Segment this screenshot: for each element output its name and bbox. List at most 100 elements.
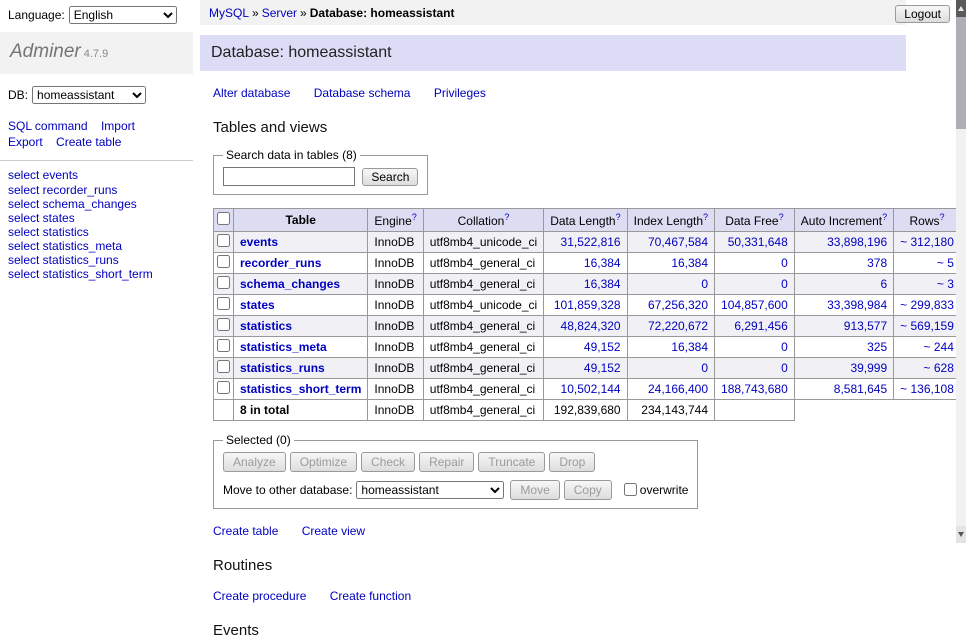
scrollbar-down-arrow-icon[interactable]	[956, 526, 966, 543]
auto-increment-link[interactable]: 378	[867, 256, 887, 270]
privileges-link[interactable]: Privileges	[434, 86, 486, 100]
sidebar-link-sql-command[interactable]: SQL command	[8, 119, 88, 133]
help-link[interactable]: ?	[412, 212, 417, 222]
data-length-link[interactable]: 10,502,144	[561, 382, 621, 396]
alter-database-link[interactable]: Alter database	[213, 86, 290, 100]
help-link[interactable]: ?	[703, 212, 708, 222]
auto-increment-link[interactable]: 33,898,196	[827, 235, 887, 249]
breadcrumb-link-mysql[interactable]: MySQL	[209, 6, 249, 20]
data-free-link[interactable]: 0	[781, 361, 788, 375]
db-select[interactable]: homeassistant	[32, 86, 146, 104]
copy-button[interactable]: Copy	[564, 480, 612, 500]
row-checkbox[interactable]	[217, 318, 230, 331]
overwrite-checkbox[interactable]	[624, 483, 637, 496]
row-checkbox[interactable]	[217, 255, 230, 268]
sidebar-table-link[interactable]: select states	[8, 211, 75, 225]
data-free-link[interactable]: 50,331,648	[728, 235, 788, 249]
table-name-link[interactable]: statistics_short_term	[240, 382, 361, 396]
table-name-link[interactable]: statistics	[240, 319, 292, 333]
rows-link[interactable]: ~ 312,180	[900, 235, 954, 249]
rows-link[interactable]: ~ 299,833	[900, 298, 954, 312]
rows-link[interactable]: ~ 3	[937, 277, 954, 291]
data-free-link[interactable]: 0	[781, 277, 788, 291]
select-all-checkbox[interactable]	[217, 212, 230, 225]
create-view-link[interactable]: Create view	[302, 524, 365, 538]
auto-increment-link[interactable]: 33,398,984	[827, 298, 887, 312]
data-length-link[interactable]: 49,152	[584, 361, 621, 375]
index-length-link[interactable]: 72,220,672	[648, 319, 708, 333]
sidebar-link-export[interactable]: Export	[8, 135, 43, 149]
row-checkbox[interactable]	[217, 339, 230, 352]
sidebar-table-link[interactable]: select statistics_meta	[8, 239, 122, 253]
help-link[interactable]: ?	[882, 212, 887, 222]
create-procedure-link[interactable]: Create procedure	[213, 589, 306, 603]
index-length-link[interactable]: 70,467,584	[648, 235, 708, 249]
rows-link[interactable]: ~ 569,159	[900, 319, 954, 333]
scrollbar[interactable]	[956, 0, 966, 543]
data-length-link[interactable]: 16,384	[584, 256, 621, 270]
search-button[interactable]: Search	[362, 168, 418, 186]
help-link[interactable]: ?	[504, 212, 509, 222]
index-length-link[interactable]: 24,166,400	[648, 382, 708, 396]
data-length-link[interactable]: 101,859,328	[554, 298, 621, 312]
table-name-link[interactable]: states	[240, 298, 275, 312]
sidebar-table-link[interactable]: select statistics_short_term	[8, 267, 153, 281]
sidebar-table-link[interactable]: select statistics_runs	[8, 253, 119, 267]
drop-button[interactable]: Drop	[549, 452, 595, 472]
table-name-link[interactable]: events	[240, 235, 278, 249]
row-checkbox[interactable]	[217, 297, 230, 310]
help-link[interactable]: ?	[779, 212, 784, 222]
data-free-link[interactable]: 6,291,456	[734, 319, 787, 333]
index-length-link[interactable]: 0	[701, 361, 708, 375]
check-button[interactable]: Check	[361, 452, 415, 472]
sidebar-link-create-table[interactable]: Create table	[56, 135, 121, 149]
rows-link[interactable]: ~ 244	[924, 340, 954, 354]
help-link[interactable]: ?	[616, 212, 621, 222]
language-select[interactable]: English	[69, 6, 177, 24]
index-length-link[interactable]: 16,384	[671, 340, 708, 354]
rows-link[interactable]: ~ 136,108	[900, 382, 954, 396]
sidebar-table-link[interactable]: select statistics	[8, 225, 89, 239]
logout-button[interactable]: Logout	[895, 5, 950, 23]
table-name-link[interactable]: recorder_runs	[240, 256, 321, 270]
analyze-button[interactable]: Analyze	[223, 452, 286, 472]
sidebar-table-link[interactable]: select schema_changes	[8, 197, 137, 211]
create-function-link[interactable]: Create function	[330, 589, 411, 603]
scrollbar-up-arrow-icon[interactable]	[956, 0, 966, 17]
database-schema-link[interactable]: Database schema	[314, 86, 411, 100]
data-length-link[interactable]: 31,522,816	[561, 235, 621, 249]
index-length-link[interactable]: 67,256,320	[648, 298, 708, 312]
rows-link[interactable]: ~ 5	[937, 256, 954, 270]
row-checkbox[interactable]	[217, 360, 230, 373]
auto-increment-link[interactable]: 325	[867, 340, 887, 354]
data-free-link[interactable]: 104,857,600	[721, 298, 788, 312]
table-name-link[interactable]: statistics_meta	[240, 340, 327, 354]
table-name-link[interactable]: statistics_runs	[240, 361, 325, 375]
search-input[interactable]	[223, 167, 355, 186]
data-free-link[interactable]: 188,743,680	[721, 382, 788, 396]
data-length-link[interactable]: 49,152	[584, 340, 621, 354]
help-link[interactable]: ?	[940, 212, 945, 222]
truncate-button[interactable]: Truncate	[478, 452, 545, 472]
table-name-link[interactable]: schema_changes	[240, 277, 340, 291]
data-length-link[interactable]: 48,824,320	[561, 319, 621, 333]
auto-increment-link[interactable]: 6	[880, 277, 887, 291]
auto-increment-link[interactable]: 913,577	[844, 319, 887, 333]
breadcrumb-link-server[interactable]: Server	[262, 6, 297, 20]
auto-increment-link[interactable]: 39,999	[850, 361, 887, 375]
row-checkbox[interactable]	[217, 381, 230, 394]
row-checkbox[interactable]	[217, 276, 230, 289]
data-length-link[interactable]: 16,384	[584, 277, 621, 291]
auto-increment-link[interactable]: 8,581,645	[834, 382, 887, 396]
data-free-link[interactable]: 0	[781, 340, 788, 354]
data-free-link[interactable]: 0	[781, 256, 788, 270]
sidebar-link-import[interactable]: Import	[101, 119, 135, 133]
rows-link[interactable]: ~ 628	[924, 361, 954, 375]
move-db-select[interactable]: homeassistant	[356, 481, 504, 499]
sidebar-table-link[interactable]: select recorder_runs	[8, 183, 117, 197]
index-length-link[interactable]: 0	[701, 277, 708, 291]
create-table-link[interactable]: Create table	[213, 524, 278, 538]
sidebar-table-link[interactable]: select events	[8, 168, 78, 182]
move-button[interactable]: Move	[510, 480, 559, 500]
optimize-button[interactable]: Optimize	[290, 452, 357, 472]
